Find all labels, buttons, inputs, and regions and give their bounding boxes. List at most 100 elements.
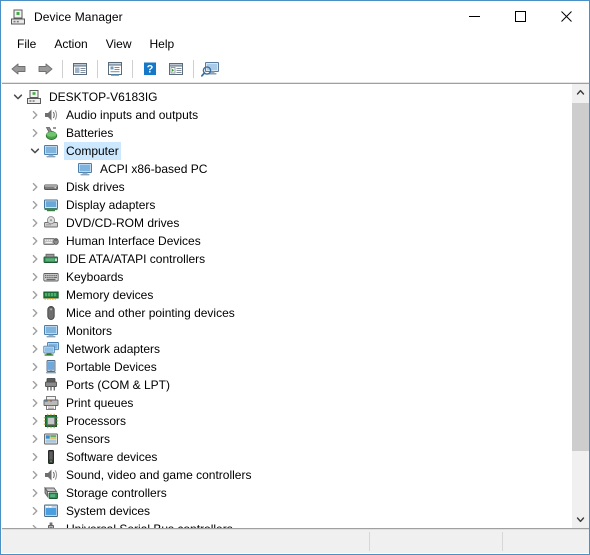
tree-item-sound-video-and-game-controllers[interactable]: Sound, video and game controllers [2, 466, 571, 484]
tree-item-print-queues[interactable]: Print queues [2, 394, 571, 412]
chevron-right-icon[interactable] [27, 322, 43, 340]
help-button[interactable]: ? [138, 57, 162, 80]
tree-item-label: Audio inputs and outputs [66, 108, 199, 122]
chevron-right-icon[interactable] [27, 412, 43, 430]
disk-drive-icon [43, 179, 59, 195]
chevron-right-icon[interactable] [27, 304, 43, 322]
tree-item-ide-ata-atapi-controllers[interactable]: IDE ATA/ATAPI controllers [2, 250, 571, 268]
tree-item-batteries[interactable]: Batteries [2, 124, 571, 142]
scrollbar-thumb[interactable] [572, 103, 589, 451]
tree-item-human-interface-devices[interactable]: Human Interface Devices [2, 232, 571, 250]
chevron-right-icon[interactable] [27, 484, 43, 502]
question-mark-icon: ? [144, 62, 156, 75]
portable-device-icon [43, 359, 59, 375]
chevron-down-icon[interactable] [10, 88, 26, 106]
menubar: File Action View Help [1, 33, 589, 55]
chevron-right-icon[interactable] [27, 448, 43, 466]
tree-item-label: Software devices [66, 450, 158, 464]
tree-item-desktop-root[interactable]: DESKTOP-V6183IG [2, 88, 571, 106]
chevron-down-icon[interactable] [27, 142, 43, 160]
tree-item-memory-devices[interactable]: Memory devices [2, 286, 571, 304]
vertical-scrollbar[interactable] [571, 84, 589, 528]
software-device-icon [43, 449, 59, 465]
statusbar [2, 529, 589, 553]
tree-item-disk-drives[interactable]: Disk drives [2, 178, 571, 196]
tree-item-sensors[interactable]: Sensors [2, 430, 571, 448]
properties-button[interactable] [103, 57, 127, 80]
update-driver-icon [169, 62, 183, 75]
chevron-right-icon[interactable] [27, 358, 43, 376]
ide-controller-icon [43, 251, 59, 267]
chevron-right-icon[interactable] [27, 232, 43, 250]
chevron-right-icon[interactable] [27, 106, 43, 124]
toolbar-separator [62, 59, 63, 78]
tree-item-storage-controllers[interactable]: Storage controllers [2, 484, 571, 502]
window-title: Device Manager [34, 10, 123, 24]
scan-monitor-icon [201, 61, 219, 77]
tree-item-label: System devices [66, 504, 151, 518]
tree-item-label: Sound, video and game controllers [66, 468, 252, 482]
tree-item-processors[interactable]: Processors [2, 412, 571, 430]
scroll-up-arrow-icon[interactable] [572, 84, 589, 101]
tree-item-portable-devices[interactable]: Portable Devices [2, 358, 571, 376]
menu-help[interactable]: Help [141, 34, 184, 54]
menu-file[interactable]: File [8, 34, 45, 54]
tree-item-universal-serial-bus-controllers[interactable]: Universal Serial Bus controllers [2, 520, 571, 528]
statusbar-divider [502, 532, 503, 551]
chevron-right-icon[interactable] [27, 214, 43, 232]
close-button[interactable] [543, 1, 589, 32]
tree-item-label: IDE ATA/ATAPI controllers [66, 252, 206, 266]
tree-item-system-devices[interactable]: System devices [2, 502, 571, 520]
toolbar-separator [193, 59, 194, 78]
tree-item-label: Disk drives [66, 180, 125, 194]
show-hide-console-tree-button[interactable] [68, 57, 92, 80]
toolbar-separator [132, 59, 133, 78]
chevron-right-icon[interactable] [27, 250, 43, 268]
menu-action[interactable]: Action [45, 34, 96, 54]
chevron-right-icon[interactable] [27, 196, 43, 214]
tree-item-acpi-x86-based-pc[interactable]: ACPI x86-based PC [2, 160, 571, 178]
back-button[interactable] [7, 57, 31, 80]
tree-item-label: Computer [64, 142, 121, 160]
minimize-button[interactable] [451, 1, 497, 32]
chevron-right-icon[interactable] [27, 340, 43, 358]
tree-item-label: Monitors [66, 324, 113, 338]
tree-item-display-adapters[interactable]: Display adapters [2, 196, 571, 214]
tree-item-keyboards[interactable]: Keyboards [2, 268, 571, 286]
chevron-right-icon[interactable] [27, 466, 43, 484]
tree-item-mice-and-other-pointing-devices[interactable]: Mice and other pointing devices [2, 304, 571, 322]
update-driver-button[interactable] [164, 57, 188, 80]
tree-item-computer[interactable]: Computer [2, 142, 571, 160]
scrollbar-track[interactable] [572, 101, 589, 511]
speaker-icon [43, 107, 59, 123]
tree-item-ports-com-and-lpt[interactable]: Ports (COM & LPT) [2, 376, 571, 394]
chevron-right-icon[interactable] [27, 268, 43, 286]
toolbar: ? [1, 55, 589, 83]
chevron-right-icon[interactable] [27, 178, 43, 196]
chevron-right-icon[interactable] [27, 502, 43, 520]
chevron-right-icon[interactable] [27, 286, 43, 304]
scan-hardware-changes-button[interactable] [199, 57, 223, 80]
menu-view[interactable]: View [97, 34, 141, 54]
chevron-right-icon[interactable] [27, 124, 43, 142]
tree-item-network-adapters[interactable]: Network adapters [2, 340, 571, 358]
tree-content-area: DESKTOP-V6183IG Audio inputs and outputs B… [2, 83, 589, 529]
maximize-button[interactable] [497, 1, 543, 32]
scroll-down-arrow-icon[interactable] [572, 511, 589, 528]
tree-item-audio-inputs-and-outputs[interactable]: Audio inputs and outputs [2, 106, 571, 124]
forward-button[interactable] [33, 57, 57, 80]
svg-text:?: ? [147, 63, 154, 75]
chevron-right-icon[interactable] [27, 520, 43, 528]
tree-item-label: Human Interface Devices [66, 234, 201, 248]
port-connector-icon [43, 377, 59, 393]
tree-item-software-devices[interactable]: Software devices [2, 448, 571, 466]
chevron-right-icon[interactable] [27, 376, 43, 394]
tree-item-dvd-cd-rom-drives[interactable]: DVD/CD-ROM drives [2, 214, 571, 232]
device-tree[interactable]: DESKTOP-V6183IG Audio inputs and outputs B… [2, 84, 571, 528]
memory-icon [43, 287, 59, 303]
tree-item-monitors[interactable]: Monitors [2, 322, 571, 340]
forward-arrow-icon [38, 63, 53, 74]
chevron-right-icon[interactable] [27, 430, 43, 448]
chevron-right-icon[interactable] [27, 394, 43, 412]
tree-item-label: Storage controllers [66, 486, 167, 500]
